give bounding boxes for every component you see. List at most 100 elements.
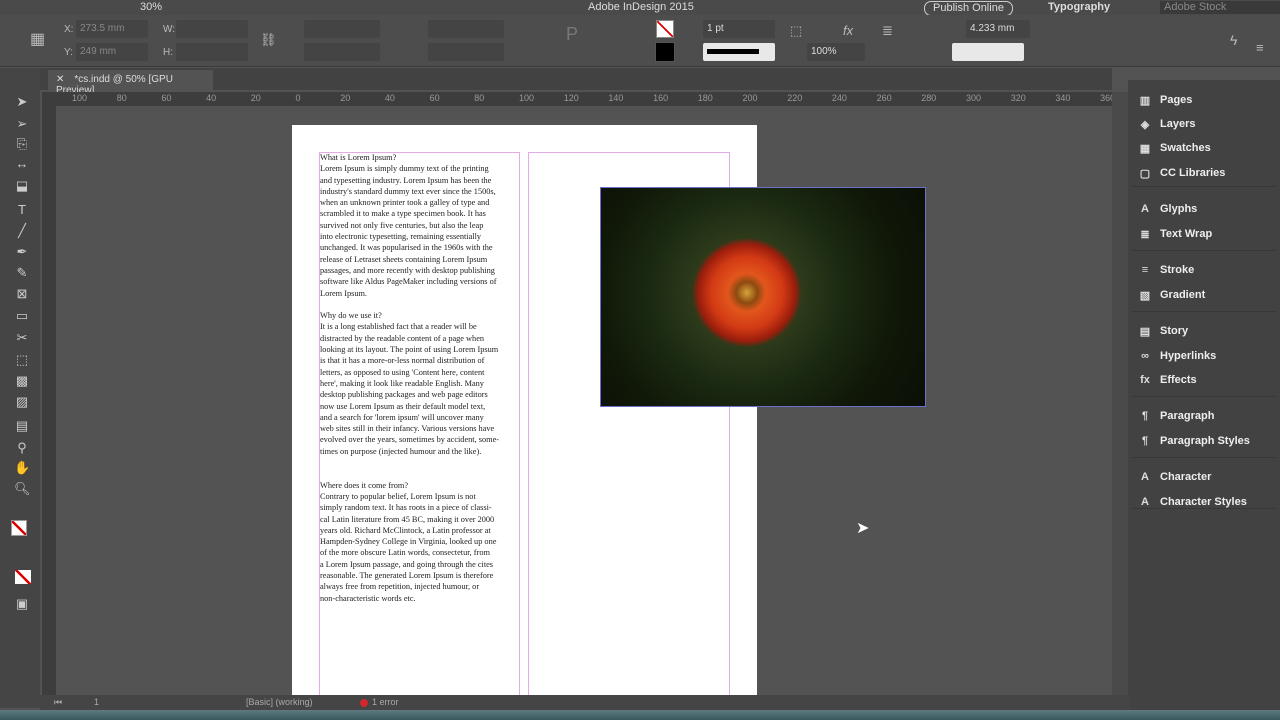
apply-none-icon[interactable] [15, 570, 31, 584]
pencil-tool-icon[interactable]: ✎ [14, 265, 30, 281]
body-text[interactable]: What is Lorem Ipsum? Lorem Ipsum is simpl… [320, 152, 520, 604]
text-line: times on purpose (injected humour and th… [320, 446, 482, 456]
constrain-proportions-icon[interactable]: ⛓ [260, 32, 277, 48]
panel-group-divider [1132, 250, 1276, 251]
pen-tool-icon[interactable]: ✒ [14, 244, 30, 260]
corner-options-select[interactable] [952, 43, 1024, 61]
scale-y-field[interactable] [304, 43, 380, 61]
panel-label: Effects [1160, 374, 1197, 386]
shear-field[interactable] [428, 43, 504, 61]
width-field[interactable] [176, 20, 248, 38]
offset-field[interactable]: 4.233 mm [966, 20, 1030, 38]
text-line: Hampden-Sydney College in Virginia, look… [320, 537, 497, 547]
direct-selection-tool-icon[interactable]: ➢ [14, 116, 30, 132]
status-bar: ⏮ 1 [Basic] (working) 1 error [40, 695, 1130, 710]
panel-label: Gradient [1160, 289, 1206, 301]
ruler-tick-label: 0 [295, 93, 301, 103]
reference-point-icon[interactable]: ▦ [30, 29, 45, 49]
frame-fitting-icon[interactable]: ⬚ [790, 23, 802, 39]
panel-text-wrap[interactable]: ≣ Text Wrap [1138, 224, 1212, 244]
panel-paragraph-styles[interactable]: ¶ Paragraph Styles [1138, 431, 1250, 451]
fill-swatch[interactable] [656, 20, 674, 38]
scale-x-field[interactable] [304, 20, 380, 38]
vertical-scrollbar[interactable] [1112, 92, 1128, 695]
stock-search-input[interactable]: Adobe Stock [1160, 1, 1280, 14]
panel-pages[interactable]: ▥ Pages [1138, 90, 1193, 110]
first-page-icon[interactable]: ⏮ [54, 697, 62, 708]
workspace-switcher[interactable]: Typography [1048, 1, 1110, 14]
rectangle-frame-tool-icon[interactable]: ⊠ [14, 286, 30, 302]
panel-layers[interactable]: ◈ Layers [1138, 114, 1196, 134]
screen-mode-icon[interactable]: ▣ [14, 596, 30, 612]
text-wrap-icon: ≣ [1140, 228, 1150, 241]
zoom-tool-icon[interactable]: 🔍︎ [14, 481, 31, 497]
page-number-field[interactable]: 1 [94, 697, 99, 707]
w-label: W: [163, 24, 176, 35]
panel-cc-libraries[interactable]: ▢ CC Libraries [1138, 163, 1226, 183]
eyedropper-tool-icon[interactable]: ⚲ [14, 440, 30, 456]
panel-character[interactable]: A Character [1138, 467, 1211, 487]
text-line: evolved over the years, sometimes by acc… [320, 435, 500, 445]
panel-label: Character Styles [1160, 496, 1247, 508]
y-field[interactable]: 249 mm [76, 43, 148, 61]
ruler-tick-label: 180 [697, 93, 713, 103]
text-line: passages, and more recently with desktop… [320, 265, 495, 275]
panel-glyphs[interactable]: A Glyphs [1138, 199, 1197, 219]
panel-character-styles[interactable]: A Character Styles [1138, 492, 1247, 512]
gradient-swatch-tool-icon[interactable]: ▩ [14, 373, 30, 389]
ruler-tick-label: 300 [966, 93, 982, 103]
text-line: non-characteristic words etc. [320, 593, 416, 603]
zoom-level[interactable]: 30% [140, 1, 162, 14]
text-line: release of Letraset sheets containing Lo… [320, 254, 488, 264]
cc-libraries-icon: ▢ [1139, 167, 1151, 180]
panel-swatches[interactable]: ▦ Swatches [1138, 138, 1211, 158]
publish-online-button[interactable]: Publish Online [924, 1, 1013, 15]
stroke-swatch[interactable] [655, 42, 675, 62]
scissors-tool-icon[interactable]: ✂ [14, 330, 30, 346]
fill-stroke-icon[interactable] [11, 520, 27, 536]
note-tool-icon[interactable]: ▤ [14, 418, 30, 434]
content-collector-icon[interactable]: ⬓ [14, 178, 30, 194]
flower-image-frame[interactable] [600, 187, 926, 407]
selection-tool-icon[interactable]: ➤ [14, 94, 30, 110]
stroke-weight-field[interactable]: 1 pt [703, 20, 775, 38]
stroke-type-select[interactable] [703, 43, 775, 61]
height-field[interactable] [176, 43, 248, 61]
type-tool-icon[interactable]: T [14, 202, 30, 218]
text-line [320, 468, 520, 479]
macos-dock [0, 710, 1280, 720]
close-tab-icon[interactable]: ✕ [56, 74, 64, 85]
lightning-icon[interactable]: ϟ [1230, 32, 1237, 48]
opacity-field[interactable]: 100% [807, 43, 865, 61]
error-count[interactable]: 1 error [372, 697, 399, 707]
gap-tool-icon[interactable]: ↔ [14, 156, 30, 172]
text-wrap-icon[interactable]: ≣ [882, 23, 893, 39]
panel-paragraph[interactable]: ¶ Paragraph [1138, 406, 1214, 426]
panel-label: Paragraph Styles [1160, 435, 1250, 447]
text-line: reasonable. The generated Lorem Ipsum is… [320, 570, 494, 580]
panel-story[interactable]: ▤ Story [1138, 321, 1188, 341]
document-tab[interactable]: ✕ *cs.indd @ 50% [GPU Preview] [48, 70, 213, 96]
panel-stroke[interactable]: ≡ Stroke [1138, 260, 1194, 280]
menu-icon[interactable]: ≡ [1256, 40, 1264, 55]
preflight-profile[interactable]: [Basic] (working) [246, 697, 313, 707]
control-panel: ▦ X: 273.5 mm Y: 249 mm W: H: ⛓ P 1 pt ⬚… [0, 15, 1280, 67]
gradient-feather-tool-icon[interactable]: ▨ [14, 394, 30, 410]
text-line: here', making it look like readable Engl… [320, 378, 484, 388]
line-tool-icon[interactable]: ╱ [14, 223, 30, 239]
panel-gradient[interactable]: ▧ Gradient [1138, 285, 1205, 305]
page-tool-icon[interactable]: ⎘ [14, 136, 30, 152]
text-line: software like Aldus PageMaker including … [320, 277, 497, 287]
panel-effects[interactable]: fx Effects [1138, 370, 1197, 390]
effects-fx-icon[interactable]: fx [843, 23, 853, 38]
hand-tool-icon[interactable]: ✋ [14, 460, 30, 476]
panel-hyperlinks[interactable]: ∞ Hyperlinks [1138, 346, 1216, 366]
panel-label: Paragraph [1160, 410, 1215, 422]
rotation-field[interactable] [428, 20, 504, 38]
clear-transformations-icon[interactable]: P [566, 24, 578, 45]
x-field[interactable]: 273.5 mm [76, 20, 148, 38]
character-styles-icon: A [1141, 496, 1149, 508]
free-transform-tool-icon[interactable]: ⬚ [14, 352, 30, 368]
rectangle-tool-icon[interactable]: ▭ [14, 308, 30, 324]
text-line: into electronic typesetting, remaining e… [320, 232, 482, 242]
